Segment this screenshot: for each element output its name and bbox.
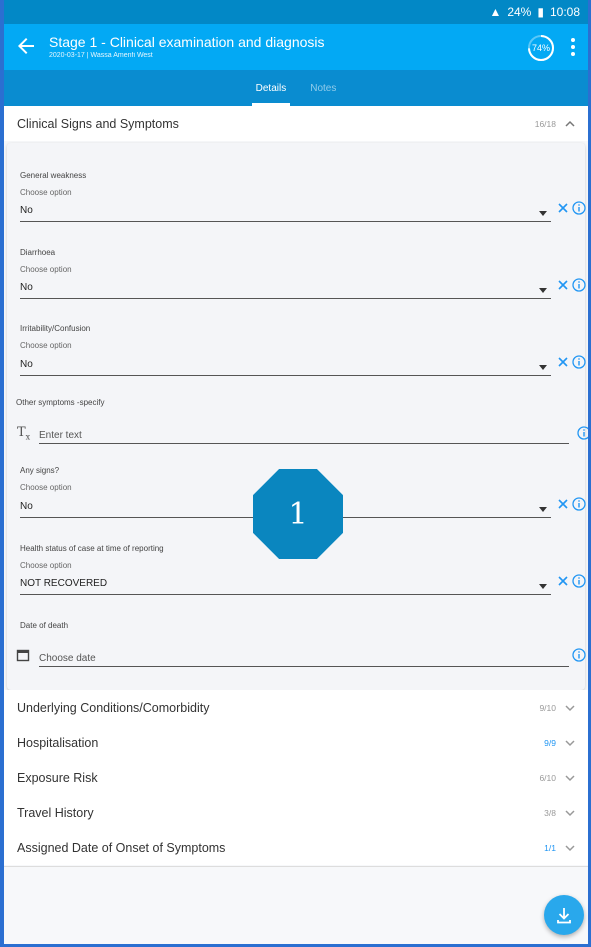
app-bar: Stage 1 - Clinical examination and diagn…	[4, 24, 588, 70]
info-icon[interactable]	[572, 497, 586, 511]
section-count: 9/10	[539, 702, 556, 713]
clear-icon[interactable]	[557, 279, 569, 291]
section-title: Underlying Conditions/Comorbidity	[17, 700, 210, 715]
field-label: Other symptoms -specify	[16, 398, 105, 407]
chevron-down-icon	[565, 810, 575, 817]
clock: 10:08	[549, 5, 580, 19]
dropdown-arrow-icon[interactable]	[539, 584, 547, 589]
battery-level: 24%	[507, 5, 532, 19]
section-underlying-header[interactable]: Underlying Conditions/Comorbidity 9/10	[4, 690, 588, 725]
dropdown-arrow-icon[interactable]	[539, 211, 547, 216]
calendar-icon[interactable]	[16, 648, 30, 662]
more-vert-icon[interactable]	[570, 36, 576, 58]
download-icon	[557, 908, 571, 924]
health-status-select[interactable]: NOT RECOVERED	[20, 578, 107, 589]
chevron-down-icon	[565, 845, 575, 852]
field-underline	[20, 221, 551, 222]
back-arrow-icon[interactable]	[14, 34, 38, 58]
text-format-icon: Tx	[17, 425, 31, 442]
section-title: Clinical Signs and Symptoms	[17, 116, 179, 131]
field-label: Date of death	[20, 621, 69, 630]
field-sublabel: Choose option	[20, 341, 72, 350]
section-travel-header[interactable]: Travel History 3/8	[4, 795, 588, 830]
field-label: Diarrhoea	[20, 248, 56, 257]
section-title: Hospitalisation	[17, 735, 99, 750]
field-label: Irritability/Confusion	[20, 324, 91, 333]
info-icon[interactable]	[572, 355, 586, 369]
clear-icon[interactable]	[557, 202, 569, 214]
step-marker-badge: 1	[253, 469, 343, 559]
chevron-down-icon	[565, 705, 575, 712]
info-icon[interactable]	[572, 574, 586, 588]
clear-icon[interactable]	[557, 498, 569, 510]
field-label: General weakness	[20, 171, 87, 180]
field-sublabel: Choose option	[20, 265, 72, 274]
field-underline	[20, 298, 551, 299]
field-underline	[39, 443, 569, 444]
tab-bar: Details Notes	[4, 70, 588, 106]
dropdown-arrow-icon[interactable]	[539, 288, 547, 293]
section-exposure-header[interactable]: Exposure Risk 6/10	[4, 760, 588, 795]
section-hospitalisation-header[interactable]: Hospitalisation 9/9	[4, 725, 588, 760]
diarrhoea-select[interactable]: No	[20, 282, 33, 293]
info-icon[interactable]	[572, 278, 586, 292]
info-icon[interactable]	[577, 426, 591, 440]
date-of-death-input[interactable]: Choose date	[39, 653, 96, 664]
section-count: 9/9	[544, 737, 556, 748]
dropdown-arrow-icon[interactable]	[539, 507, 547, 512]
page-subtitle: 2020-03-17 | Wassa Amenfi West	[49, 52, 153, 59]
field-underline	[39, 666, 569, 667]
dropdown-arrow-icon[interactable]	[539, 365, 547, 370]
section-clinical-header[interactable]: Clinical Signs and Symptoms 16/18	[4, 106, 588, 141]
section-count: 6/10	[539, 772, 556, 783]
progress-percent: 74%	[531, 43, 550, 53]
clear-icon[interactable]	[557, 575, 569, 587]
chevron-up-icon	[565, 120, 575, 127]
field-sublabel: Choose option	[20, 561, 72, 570]
clinical-card: General weakness Choose option No Diarrh…	[7, 143, 588, 690]
section-title: Assigned Date of Onset of Symptoms	[17, 840, 226, 855]
section-count: 16/18	[534, 118, 556, 129]
section-title: Exposure Risk	[17, 770, 98, 785]
clear-icon[interactable]	[557, 356, 569, 368]
field-label: Health status of case at time of reporti…	[20, 544, 164, 553]
field-sublabel: Choose option	[20, 188, 72, 197]
field-underline	[20, 594, 551, 595]
field-label: Any signs?	[20, 466, 60, 475]
other-symptoms-input[interactable]: Enter text	[39, 430, 82, 441]
info-icon[interactable]	[572, 201, 586, 215]
section-count: 1/1	[544, 842, 556, 853]
tab-notes[interactable]: Notes	[298, 70, 348, 106]
battery-icon: ▮	[537, 5, 544, 19]
field-sublabel: Choose option	[20, 483, 72, 492]
irritability-select[interactable]: No	[20, 359, 33, 370]
section-onset-header[interactable]: Assigned Date of Onset of Symptoms 1/1	[4, 830, 588, 865]
save-fab-button[interactable]	[544, 895, 584, 935]
signal-icon: ▲	[489, 5, 502, 19]
app-screen: ▲ 24% ▮ 10:08 Stage 1 - Clinical examina…	[0, 0, 591, 947]
list-divider	[4, 866, 588, 867]
completion-progress: 74%	[526, 33, 556, 63]
page-title: Stage 1 - Clinical examination and diagn…	[49, 34, 325, 50]
status-bar: ▲ 24% ▮ 10:08	[4, 0, 588, 24]
tab-details[interactable]: Details	[244, 70, 299, 106]
chevron-down-icon	[565, 775, 575, 782]
section-count: 3/8	[544, 807, 556, 818]
signs-select[interactable]: No	[20, 501, 33, 512]
field-underline	[20, 375, 551, 376]
chevron-down-icon	[565, 740, 575, 747]
weakness-select[interactable]: No	[20, 205, 33, 216]
section-title: Travel History	[17, 805, 94, 820]
info-icon[interactable]	[572, 648, 586, 662]
